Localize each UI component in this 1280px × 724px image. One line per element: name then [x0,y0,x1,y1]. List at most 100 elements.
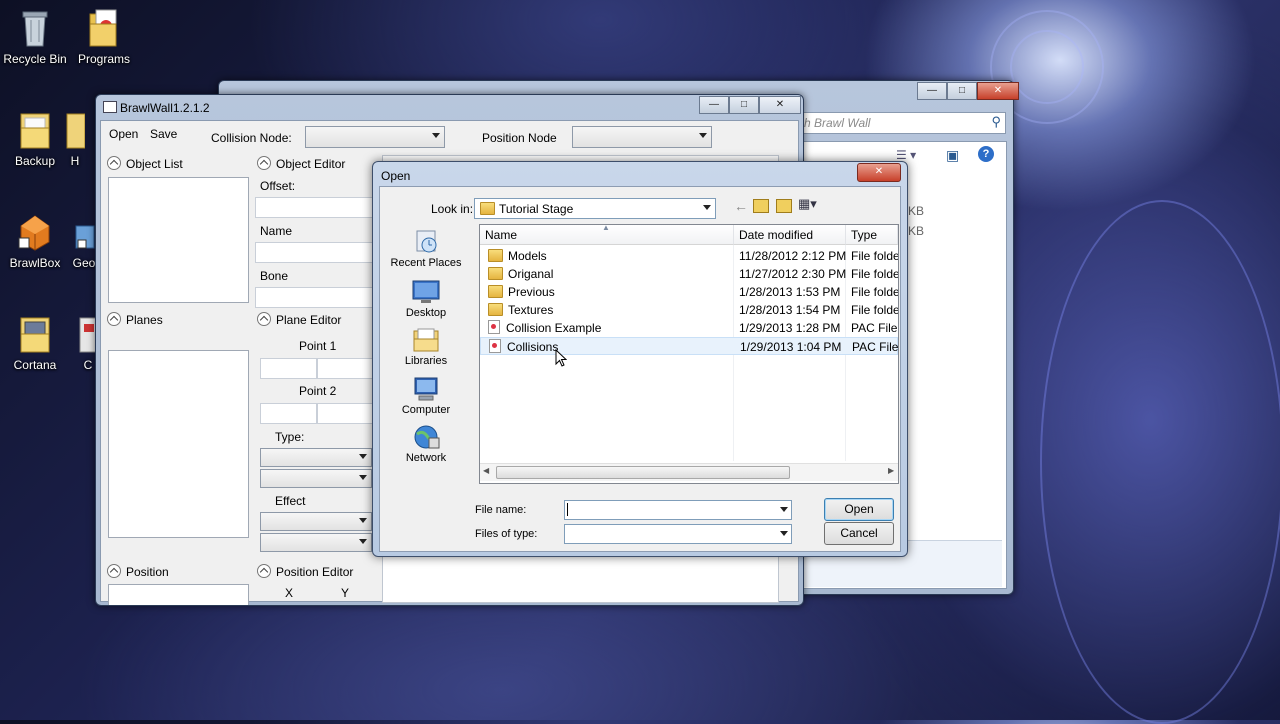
position-list-box[interactable] [108,584,249,605]
desktop-icon-h[interactable]: H [55,110,95,168]
effect-select-1[interactable] [260,512,372,531]
open-button[interactable]: Open [824,498,894,521]
brawlwall-titlebar[interactable]: BrawlWall1.2.1.2 [96,95,803,121]
help-icon[interactable]: ? [978,146,994,162]
files-of-type-label: Files of type: [475,528,538,540]
file-row[interactable]: Collisions 1/29/2013 1:04 PM PAC File [480,337,898,355]
desktop-icon-label: Cortana [13,358,57,372]
view-menu-icon[interactable]: ▦▾ [798,196,817,212]
recent-places-icon [411,229,441,255]
type-select-2[interactable] [260,469,372,488]
object-editor-header[interactable]: Object Editor [257,156,345,171]
place-recent-places[interactable]: Recent Places [386,229,466,269]
scroll-left-icon[interactable]: ◀ [483,466,489,475]
planes-header[interactable]: Planes [107,312,163,327]
position-node-select[interactable] [572,126,712,148]
position-editor-header[interactable]: Position Editor [257,564,353,579]
place-network[interactable]: Network [386,424,466,464]
explorer-search-box[interactable]: rch Brawl Wall ⚲ [789,112,1006,134]
dialog-title: Open [381,169,411,183]
file-type-cell: File folder [851,249,899,263]
collapse-icon [257,564,271,578]
bone-field[interactable] [255,287,377,308]
column-header-type[interactable]: Type [846,225,898,245]
place-libraries[interactable]: Libraries [386,327,466,367]
type-select-1[interactable] [260,448,372,467]
horizontal-scrollbar[interactable]: ◀ ▶ [480,463,898,481]
file-row[interactable]: Previous 1/28/2013 1:53 PM File folder [480,283,898,301]
chevron-down-icon [359,518,367,523]
folder-icon [488,285,503,298]
maximize-icon[interactable]: □ [947,82,977,100]
scroll-right-icon[interactable]: ▶ [888,466,894,475]
brawlbox-icon [17,212,53,252]
object-list-header[interactable]: Object List [107,156,183,171]
menu-open[interactable]: Open [109,127,138,141]
file-date-cell: 1/28/2013 1:53 PM [739,285,841,299]
desktop-icon-recycle-bin[interactable]: Recycle Bin [0,8,70,66]
up-folder-icon[interactable] [753,199,769,213]
place-label: Network [405,452,447,464]
file-name-cell: Models [488,247,547,265]
collision-node-select[interactable] [305,126,445,148]
planes-list-box[interactable] [108,350,249,538]
offset-field[interactable] [255,197,377,218]
file-name-cell: Collisions [489,338,558,356]
point2-x-field[interactable] [260,403,317,424]
minimize-icon[interactable]: — [917,82,947,100]
planes-title: Planes [126,313,163,327]
scrollbar-thumb[interactable] [496,466,790,479]
plane-editor-header[interactable]: Plane Editor [257,312,341,327]
chevron-down-icon [359,454,367,459]
point1-y-field[interactable] [317,358,374,379]
view-options-icon[interactable]: ☰ ▾ [896,148,916,162]
desktop-icon-brawlbox[interactable]: BrawlBox [0,212,70,270]
file-row[interactable]: Collision Example 1/29/2013 1:28 PM PAC Fi… [480,319,898,337]
folder-icon [17,314,53,354]
open-dialog[interactable]: Open ✕ Look in: Tutorial Stage ← ▦▾ Rece… [372,161,908,557]
desktop-icon-label: Programs [77,52,130,66]
place-desktop[interactable]: Desktop [386,279,466,319]
look-in-select[interactable]: Tutorial Stage [474,198,716,219]
menu-save[interactable]: Save [150,127,177,141]
file-row[interactable]: Models 11/28/2012 2:12 PM File folder [480,247,898,265]
close-icon[interactable]: ✕ [977,82,1019,100]
file-name-input[interactable] [564,500,792,520]
maximize-icon[interactable]: □ [729,96,759,114]
preview-pane-icon[interactable]: ▣ [946,147,959,164]
back-arrow-icon[interactable]: ← [734,198,748,214]
chevron-down-icon[interactable] [780,507,788,512]
file-name-text: Collisions [507,340,559,354]
folder-icon [65,110,86,150]
folder-icon [488,267,503,280]
file-row[interactable]: Origanal 11/27/2012 2:30 PM File folder [480,265,898,283]
file-name-text: Origanal [508,267,554,281]
cancel-button[interactable]: Cancel [824,522,894,545]
desktop-icon-cortana[interactable]: Cortana [0,314,70,372]
desktop-icon-programs[interactable]: Programs [69,8,139,66]
new-folder-icon[interactable] [776,199,792,213]
close-icon[interactable]: ✕ [759,96,801,114]
position-header[interactable]: Position [107,564,169,579]
place-computer[interactable]: Computer [386,376,466,416]
point1-x-field[interactable] [260,358,317,379]
minimize-icon[interactable]: — [699,96,729,114]
file-name-label: File name: [475,504,527,516]
open-dialog-body: Look in: Tutorial Stage ← ▦▾ Recent Plac… [379,186,901,552]
file-type-cell: PAC File [851,321,898,335]
desktop-icon-label: H [70,154,80,168]
name-field[interactable] [255,242,377,263]
file-list[interactable]: Name Date modified Type ▲ Models 11/28/20… [479,224,899,484]
text-cursor [567,503,568,516]
effect-select-2[interactable] [260,533,372,552]
file-row[interactable]: Textures 1/28/2013 1:54 PM File folder [480,301,898,319]
close-icon[interactable]: ✕ [857,163,901,182]
file-date-cell: 11/28/2012 2:12 PM [739,249,847,263]
column-header-date[interactable]: Date modified [734,225,846,245]
object-list-box[interactable] [108,177,249,303]
place-label: Desktop [405,307,447,319]
files-of-type-select[interactable] [564,524,792,544]
point2-y-field[interactable] [317,403,374,424]
collision-node-label: Collision Node: [211,131,292,145]
explorer-window-controls: — □ ✕ [917,82,1019,100]
